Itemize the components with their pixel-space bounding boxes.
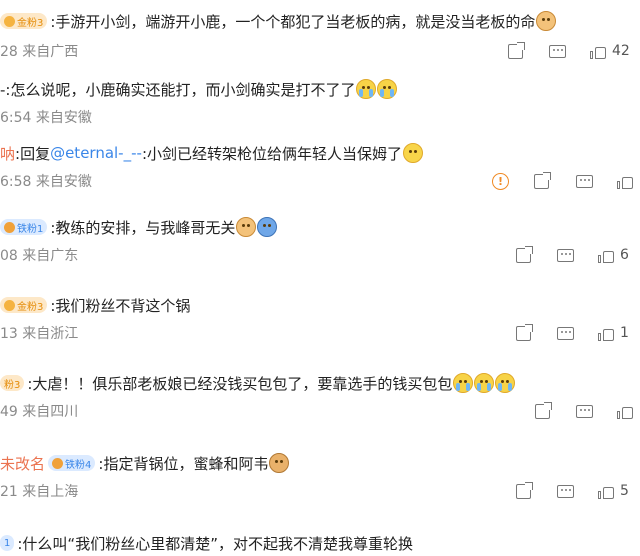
comment-icon — [557, 484, 574, 498]
comment-time-location: 08 来自广东 — [0, 248, 79, 264]
crying-face-icon — [377, 79, 398, 99]
comment-meta: 49 来自四川 — [0, 400, 78, 422]
comment-text: :指定背锅位，蜜蜂和阿韦 — [98, 454, 269, 473]
share-icon — [508, 41, 525, 59]
comment-meta: 08 来自广东 — [0, 244, 78, 266]
fan-badge-icon — [4, 221, 15, 233]
like-button[interactable] — [617, 400, 633, 422]
comment-content: 粉3 :大虐！！俱乐部老板娘已经没钱买包包了，要靠选手的钱买包包 — [0, 370, 516, 396]
crying-face-icon — [495, 373, 516, 393]
like-icon — [590, 43, 606, 59]
comment-button[interactable] — [549, 40, 566, 62]
comment-content: 铁粉1 :教练的安排，与我峰哥无关 — [0, 214, 278, 240]
comment-button[interactable] — [557, 244, 574, 266]
fan-badge[interactable]: 1 — [0, 535, 15, 551]
comment-content: -:怎么说呢，小鹿确实还能打，而小剑确实是打不了了 — [0, 76, 398, 102]
comment-meta: 6:58 来自安徽 — [0, 170, 92, 192]
like-icon — [598, 325, 614, 341]
comment-meta: 21 来自上海 — [0, 480, 78, 502]
like-button[interactable]: 1 — [598, 322, 629, 344]
comment-button[interactable] — [576, 400, 593, 422]
like-icon — [598, 483, 614, 499]
share-button[interactable] — [534, 170, 551, 192]
comment-button[interactable] — [557, 322, 574, 344]
like-count: 1 — [620, 325, 629, 341]
dog-icon — [236, 217, 257, 237]
comment-text: :小剑已经转架枪位给俩年轻人当保姆了 — [141, 144, 402, 163]
fan-badge-icon — [4, 15, 15, 27]
like-button[interactable]: 6 — [598, 244, 629, 266]
comment-content: 金粉3 :手游开小剑，端游开小鹿，一个个都犯了当老板的病，就是没当老板的命 — [0, 8, 557, 34]
share-icon — [534, 171, 551, 189]
like-button[interactable]: 42 — [590, 40, 630, 62]
like-count: 42 — [612, 43, 630, 59]
comment-meta: 28 来自广西 — [0, 40, 78, 62]
fan-badge[interactable]: 粉3 — [0, 375, 25, 391]
share-icon — [516, 481, 533, 499]
comment-text: :什么叫“我们粉丝心里都清楚”，对不起我不清楚我尊重轮换 — [17, 534, 413, 553]
username[interactable]: 呐 — [0, 143, 15, 164]
mention-link[interactable]: @eternal-_-- — [50, 144, 142, 162]
like-icon — [617, 173, 633, 189]
hand-on-head-icon — [257, 217, 278, 237]
comment-icon — [557, 248, 574, 262]
comment-text: -:怎么说呢，小鹿确实还能打，而小剑确实是打不了了 — [0, 80, 356, 99]
comment-icon — [557, 326, 574, 340]
comment-text: :手游开小剑，端游开小鹿，一个个都犯了当老板的病，就是没当老板的命 — [50, 12, 536, 31]
username[interactable]: 未改名 — [0, 453, 45, 474]
dog-icon — [536, 11, 557, 31]
like-button[interactable]: 5 — [598, 480, 629, 502]
fan-badge-icon — [4, 299, 15, 311]
share-icon — [516, 323, 533, 341]
share-button[interactable] — [516, 322, 533, 344]
sleepy-face-icon — [403, 143, 423, 163]
comment-text: :大虐！！俱乐部老板娘已经没钱买包包了，要靠选手的钱买包包 — [27, 374, 453, 393]
fan-badge[interactable]: 铁粉4 — [48, 455, 96, 471]
comment-content: 未改名 铁粉4 :指定背锅位，蜜蜂和阿韦 — [0, 450, 290, 476]
comment-icon — [576, 404, 593, 418]
comment-meta: 13 来自浙江 — [0, 322, 78, 344]
report-icon: ! — [492, 172, 509, 190]
comment-text: :我们粉丝不背这个锅 — [50, 296, 191, 315]
share-button[interactable] — [516, 480, 533, 502]
fan-badge[interactable]: 金粉3 — [0, 297, 48, 313]
comment-content: 金粉3 :我们粉丝不背这个锅 — [0, 292, 190, 318]
comment-meta: 6:54 来自安徽 — [0, 106, 92, 128]
bear-face-icon — [269, 453, 290, 473]
comment-icon — [576, 174, 593, 188]
report-button[interactable]: ! — [492, 170, 509, 192]
like-icon — [617, 403, 633, 419]
comment-content: 呐 :回复 @eternal-_-- :小剑已经转架枪位给俩年轻人当保姆了 — [0, 140, 423, 166]
like-count: 5 — [620, 483, 629, 499]
crying-face-icon — [453, 373, 474, 393]
comment-time-location: 6:54 来自安徽 — [0, 110, 92, 126]
comment-text: :教练的安排，与我峰哥无关 — [50, 218, 236, 237]
fan-badge-icon — [52, 457, 64, 469]
crying-face-icon — [356, 79, 377, 99]
like-icon — [598, 247, 614, 263]
comment-icon — [549, 44, 566, 58]
share-icon — [535, 401, 552, 419]
comment-time-location: 28 来自广西 — [0, 44, 79, 60]
comment-button[interactable] — [576, 170, 593, 192]
comment-time-location: 13 来自浙江 — [0, 326, 79, 342]
fan-badge[interactable]: 金粉3 — [0, 13, 48, 29]
share-button[interactable] — [516, 244, 533, 266]
like-button[interactable] — [617, 170, 633, 192]
share-button[interactable] — [535, 400, 552, 422]
comment-time-location: 49 来自四川 — [0, 404, 79, 420]
like-count: 6 — [620, 247, 629, 263]
comment-time-location: 6:58 来自安徽 — [0, 174, 92, 190]
crying-face-icon — [474, 373, 495, 393]
fan-badge[interactable]: 铁粉1 — [0, 219, 48, 235]
reply-label: :回复 — [15, 144, 51, 163]
comment-content: 1 :什么叫“我们粉丝心里都清楚”，对不起我不清楚我尊重轮换 — [0, 530, 413, 556]
share-button[interactable] — [508, 40, 525, 62]
comment-button[interactable] — [557, 480, 574, 502]
share-icon — [516, 245, 533, 263]
comment-time-location: 21 来自上海 — [0, 484, 79, 500]
